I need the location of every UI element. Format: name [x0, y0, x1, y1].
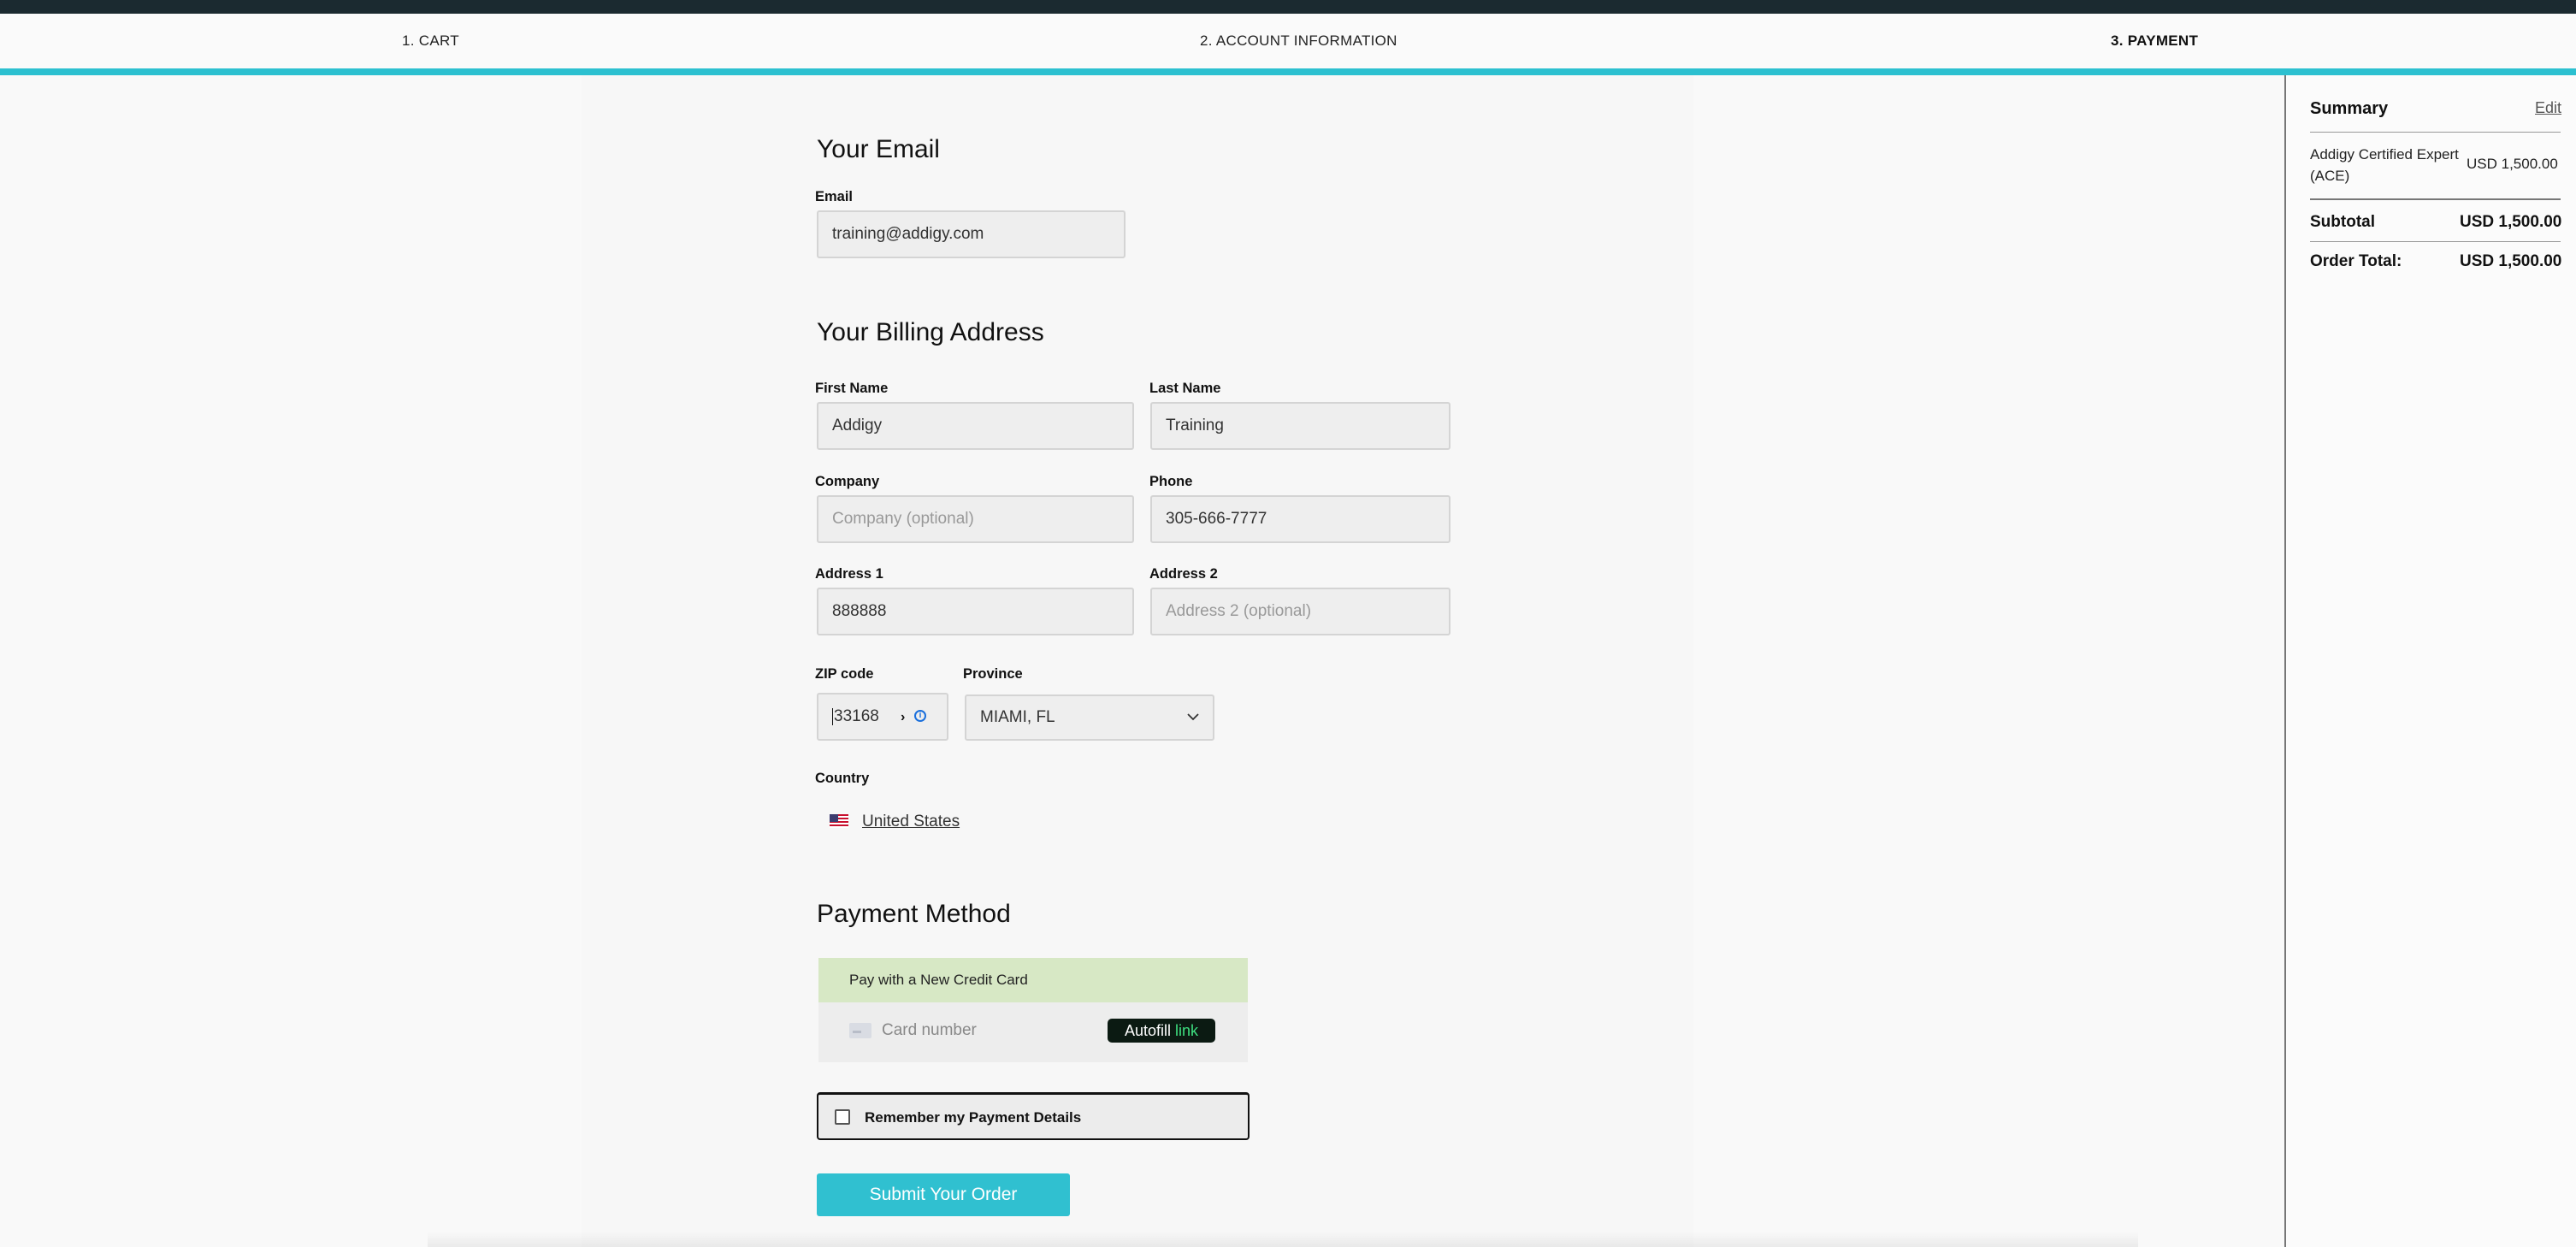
email-section-title: Your Email — [817, 135, 940, 163]
summary-edit-link[interactable]: Edit — [2535, 99, 2561, 117]
country-label: Country — [815, 771, 870, 786]
last-name-field[interactable]: Training — [1150, 402, 1450, 450]
summary-divider — [2310, 198, 2561, 200]
info-icon[interactable]: i — [914, 710, 926, 722]
first-name-field[interactable]: Addigy — [817, 402, 1134, 450]
zip-field[interactable]: 33168 › i — [817, 693, 948, 741]
province-value: MIAMI, FL — [980, 708, 1055, 726]
subtotal-value: USD 1,500.00 — [2460, 213, 2562, 231]
address1-field[interactable]: 888888 — [817, 588, 1134, 635]
credit-card-icon — [849, 1023, 871, 1038]
zip-value: 33168 — [834, 707, 879, 725]
remember-checkbox[interactable] — [835, 1109, 850, 1125]
zip-field-icons: › i — [901, 709, 933, 726]
subtotal-label: Subtotal — [2310, 213, 2375, 231]
chevron-down-icon — [1187, 713, 1199, 721]
payment-method-box: Pay with a New Credit Card Card number A… — [818, 958, 1248, 1062]
new-credit-card-option[interactable]: Pay with a New Credit Card — [818, 958, 1248, 1002]
remember-label: Remember my Payment Details — [865, 1109, 1082, 1126]
summary-item-price: USD 1,500.00 — [2467, 156, 2558, 172]
address2-label: Address 2 — [1149, 566, 1218, 582]
remember-payment-details[interactable]: Remember my Payment Details — [817, 1092, 1250, 1140]
us-flag-icon — [830, 814, 848, 828]
province-label: Province — [963, 666, 1023, 682]
new-credit-card-label: Pay with a New Credit Card — [849, 972, 1028, 988]
step-account-information[interactable]: 2. ACCOUNT INFORMATION — [1200, 33, 1397, 50]
main-panel — [582, 75, 1693, 1247]
top-band — [0, 0, 2576, 14]
email-field[interactable]: training@addigy.com — [817, 210, 1126, 258]
zip-label: ZIP code — [815, 666, 874, 682]
checkout-steps: 1. CART 2. ACCOUNT INFORMATION 3. PAYMEN… — [0, 14, 2576, 68]
billing-section-title: Your Billing Address — [817, 318, 1044, 346]
text-caret — [832, 707, 833, 725]
order-total-value: USD 1,500.00 — [2460, 252, 2562, 270]
link-brand-text: link — [1175, 1022, 1199, 1039]
chevron-right-icon[interactable]: › — [901, 711, 905, 724]
last-name-label: Last Name — [1149, 381, 1221, 396]
province-select[interactable]: MIAMI, FL — [965, 694, 1214, 741]
step-payment: 3. PAYMENT — [2111, 33, 2199, 49]
autofill-text: Autofill — [1124, 1022, 1171, 1039]
order-summary-sidebar — [2284, 75, 2576, 1247]
address1-label: Address 1 — [815, 566, 883, 582]
summary-title: Summary — [2310, 99, 2389, 118]
company-label: Company — [815, 474, 880, 489]
card-number-input[interactable]: Card number — [882, 1021, 977, 1040]
phone-field[interactable]: 305-666-7777 — [1150, 495, 1450, 543]
bottom-shadow — [428, 1232, 2138, 1247]
country-link[interactable]: United States — [862, 813, 960, 831]
first-name-label: First Name — [815, 381, 889, 396]
step-progress-line — [0, 68, 2576, 75]
order-total-label: Order Total: — [2310, 252, 2402, 270]
phone-label: Phone — [1149, 474, 1193, 489]
address2-field[interactable]: Address 2 (optional) — [1150, 588, 1450, 635]
email-label: Email — [815, 189, 854, 204]
submit-order-button[interactable]: Submit Your Order — [817, 1173, 1070, 1216]
summary-item-name: Addigy Certified Expert (ACE) — [2310, 146, 2459, 184]
company-field[interactable]: Company (optional) — [817, 495, 1134, 543]
payment-section-title: Payment Method — [817, 900, 1011, 928]
autofill-link-button[interactable]: Autofill link — [1108, 1019, 1215, 1043]
summary-divider — [2310, 241, 2561, 242]
step-cart[interactable]: 1. CART — [402, 33, 459, 50]
summary-divider — [2310, 132, 2561, 133]
